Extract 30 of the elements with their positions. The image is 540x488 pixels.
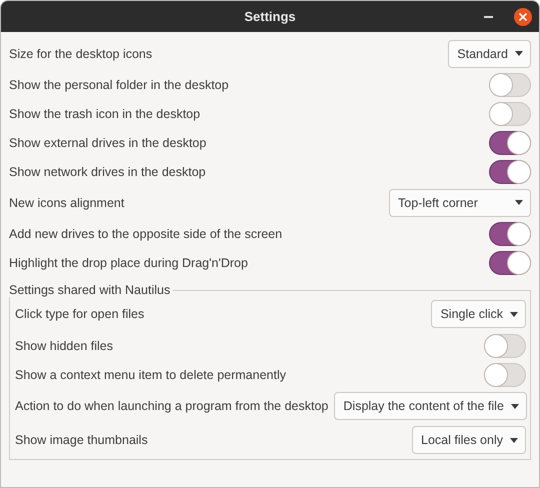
setting-label: Size for the desktop icons: [9, 46, 152, 60]
close-icon[interactable]: [514, 8, 532, 26]
window-title: Settings: [244, 9, 296, 24]
caret-icon: [510, 312, 518, 316]
caret-icon: [515, 200, 523, 205]
toggle-switch[interactable]: [489, 250, 531, 274]
dropdown[interactable]: Display the content of the file: [334, 392, 527, 420]
setting-label: Add new drives to the opposite side of the screen: [9, 226, 282, 240]
setting-label: Highlight the drop place during Drag'n'Drop: [9, 256, 248, 270]
toggle-switch[interactable]: [489, 222, 531, 246]
caret-icon: [510, 438, 518, 442]
caret-icon: [515, 51, 523, 56]
caret-icon: [510, 404, 519, 408]
toggle-switch[interactable]: [489, 160, 531, 184]
setting-label: New icons alignment: [9, 196, 124, 210]
dropdown[interactable]: Single click: [431, 300, 526, 328]
setting-label: Click type for open files: [15, 307, 144, 321]
toggle-switch[interactable]: [489, 130, 531, 154]
setting-label: Show the trash icon in the desktop: [9, 106, 200, 120]
setting-label: Show external drives in the desktop: [9, 136, 206, 150]
setting-label: Show the personal folder in the desktop: [9, 78, 229, 92]
dropdown[interactable]: Standard: [448, 40, 531, 68]
dropdown[interactable]: Local files only: [412, 426, 526, 454]
setting-label: Show image thumbnails: [15, 433, 148, 447]
dropdown[interactable]: Top-left corner: [389, 188, 531, 216]
setting-label: Show hidden files: [15, 338, 113, 352]
setting-label: Show a context menu item to delete permanently: [15, 368, 286, 382]
group-title: Settings shared with Nautilus: [9, 283, 174, 297]
setting-label: Show network drives in the desktop: [9, 164, 206, 178]
setting-label: Action to do when launching a program from the desktop: [15, 399, 328, 413]
